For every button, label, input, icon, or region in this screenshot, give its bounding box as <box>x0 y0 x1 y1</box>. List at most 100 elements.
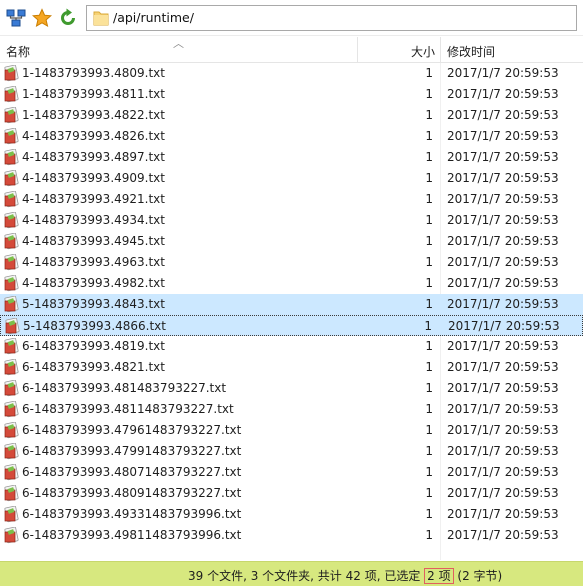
file-row[interactable]: 6-1483793993.48071483793227.txt 1 2017/1/7… <box>0 462 583 483</box>
text-file-icon <box>3 526 20 544</box>
status-bar: 39 个文件, 3 个文件夹, 共计 42 项, 已选定 2 项 (2 字节) <box>0 561 583 586</box>
file-size: 1 <box>425 423 433 437</box>
toolbar: /api/runtime/ <box>0 0 583 36</box>
file-modified-time: 2017/1/7 20:59:53 <box>447 507 559 521</box>
refresh-icon[interactable] <box>58 8 78 28</box>
file-row[interactable]: 1-1483793993.4822.txt 1 2017/1/7 20:59:53 <box>0 105 583 126</box>
file-size: 1 <box>425 507 433 521</box>
file-modified-time: 2017/1/7 20:59:53 <box>447 423 559 437</box>
file-modified-time: 2017/1/7 20:59:53 <box>447 339 559 353</box>
column-divider[interactable] <box>357 37 358 62</box>
text-file-icon <box>3 484 20 502</box>
text-file-icon <box>3 400 20 418</box>
file-row[interactable]: 6-1483793993.47961483793227.txt 1 2017/1/7… <box>0 420 583 441</box>
file-name: 4-1483793993.4826.txt <box>22 129 165 143</box>
sort-ascending-icon: ︿ <box>173 37 184 50</box>
status-suffix: (2 字节) <box>453 569 503 583</box>
file-modified-time: 2017/1/7 20:59:53 <box>447 87 559 101</box>
file-row[interactable]: 1-1483793993.4811.txt 1 2017/1/7 20:59:53 <box>0 84 583 105</box>
file-row[interactable]: 4-1483793993.4826.txt 1 2017/1/7 20:59:53 <box>0 126 583 147</box>
file-name: 6-1483793993.48091483793227.txt <box>22 486 242 500</box>
text-file-icon <box>3 253 20 271</box>
file-name: 5-1483793993.4866.txt <box>23 319 166 333</box>
status-text: 39 个文件, 3 个文件夹, 共计 42 项, 已选定 2 项 (2 字节) <box>188 567 502 584</box>
file-name: 4-1483793993.4934.txt <box>22 213 165 227</box>
file-row[interactable]: 4-1483793993.4921.txt 1 2017/1/7 20:59:53 <box>0 189 583 210</box>
file-row[interactable]: 6-1483793993.481483793227.txt 1 2017/1/7 2… <box>0 378 583 399</box>
text-file-icon <box>3 421 20 439</box>
file-size: 1 <box>425 297 433 311</box>
text-file-icon <box>3 169 20 187</box>
text-file-icon <box>3 505 20 523</box>
file-row[interactable]: 6-1483793993.47991483793227.txt 1 2017/1/7… <box>0 441 583 462</box>
text-file-icon <box>3 211 20 229</box>
text-file-icon <box>4 317 21 335</box>
file-size: 1 <box>425 276 433 290</box>
file-size: 1 <box>425 66 433 80</box>
file-size: 1 <box>425 234 433 248</box>
file-size: 1 <box>425 108 433 122</box>
path-text: /api/runtime/ <box>113 10 194 25</box>
file-row[interactable]: 6-1483793993.49331483793996.txt 1 2017/1/7… <box>0 504 583 525</box>
file-row[interactable]: 6-1483793993.4821.txt 1 2017/1/7 20:59:53 <box>0 357 583 378</box>
file-row[interactable]: 6-1483793993.4819.txt 1 2017/1/7 20:59:53 <box>0 336 583 357</box>
file-size: 1 <box>425 255 433 269</box>
file-size: 1 <box>425 528 433 542</box>
file-row[interactable]: 6-1483793993.48091483793227.txt 1 2017/1/7… <box>0 483 583 504</box>
file-modified-time: 2017/1/7 20:59:53 <box>447 108 559 122</box>
file-size: 1 <box>424 319 432 333</box>
text-file-icon <box>3 274 20 292</box>
file-modified-time: 2017/1/7 20:59:53 <box>447 297 559 311</box>
file-list: 1-1483793993.4809.txt 1 2017/1/7 20:59:53 1… <box>0 63 583 546</box>
file-modified-time: 2017/1/7 20:59:53 <box>447 381 559 395</box>
file-modified-time: 2017/1/7 20:59:53 <box>448 319 560 333</box>
file-size: 1 <box>425 150 433 164</box>
text-file-icon <box>3 442 20 460</box>
file-row[interactable]: 4-1483793993.4897.txt 1 2017/1/7 20:59:53 <box>0 147 583 168</box>
file-modified-time: 2017/1/7 20:59:53 <box>447 171 559 185</box>
file-name: 5-1483793993.4843.txt <box>22 297 165 311</box>
file-size: 1 <box>425 360 433 374</box>
column-divider[interactable] <box>440 37 441 62</box>
file-row[interactable]: 4-1483793993.4945.txt 1 2017/1/7 20:59:53 <box>0 231 583 252</box>
file-row[interactable]: 4-1483793993.4909.txt 1 2017/1/7 20:59:53 <box>0 168 583 189</box>
file-name: 6-1483793993.4819.txt <box>22 339 165 353</box>
column-header: ︿ 名称 大小 修改时间 <box>0 37 583 63</box>
file-modified-time: 2017/1/7 20:59:53 <box>447 465 559 479</box>
file-modified-time: 2017/1/7 20:59:53 <box>447 444 559 458</box>
file-modified-time: 2017/1/7 20:59:53 <box>447 150 559 164</box>
text-file-icon <box>3 358 20 376</box>
file-size: 1 <box>425 213 433 227</box>
file-modified-time: 2017/1/7 20:59:53 <box>447 360 559 374</box>
file-name: 4-1483793993.4945.txt <box>22 234 165 248</box>
file-row[interactable]: 4-1483793993.4963.txt 1 2017/1/7 20:59:53 <box>0 252 583 273</box>
file-row[interactable]: 6-1483793993.49811483793996.txt 1 2017/1/7… <box>0 525 583 546</box>
file-name: 6-1483793993.49331483793996.txt <box>22 507 242 521</box>
file-name: 6-1483793993.47961483793227.txt <box>22 423 242 437</box>
network-icon[interactable] <box>6 8 26 28</box>
file-name: 6-1483793993.49811483793996.txt <box>22 528 242 542</box>
file-name: 6-1483793993.481483793227.txt <box>22 381 227 395</box>
file-row[interactable]: 1-1483793993.4809.txt 1 2017/1/7 20:59:53 <box>0 63 583 84</box>
column-size-header[interactable]: 大小 <box>411 43 435 60</box>
file-modified-time: 2017/1/7 20:59:53 <box>447 66 559 80</box>
file-row[interactable]: 4-1483793993.4982.txt 1 2017/1/7 20:59:53 <box>0 273 583 294</box>
column-name-header[interactable]: 名称 <box>6 43 30 60</box>
text-file-icon <box>3 295 20 313</box>
file-modified-time: 2017/1/7 20:59:53 <box>447 486 559 500</box>
file-name: 1-1483793993.4811.txt <box>22 87 165 101</box>
file-row[interactable]: 5-1483793993.4843.txt 1 2017/1/7 20:59:53 <box>0 294 583 315</box>
column-time-header[interactable]: 修改时间 <box>447 43 495 60</box>
file-row[interactable]: 6-1483793993.4811483793227.txt 1 2017/1/7 … <box>0 399 583 420</box>
star-icon[interactable] <box>32 8 52 28</box>
file-modified-time: 2017/1/7 20:59:53 <box>447 402 559 416</box>
status-prefix: 39 个文件, 3 个文件夹, 共计 42 项, 已选定 <box>188 569 425 583</box>
file-name: 6-1483793993.4811483793227.txt <box>22 402 234 416</box>
file-row[interactable]: 4-1483793993.4934.txt 1 2017/1/7 20:59:53 <box>0 210 583 231</box>
text-file-icon <box>3 337 20 355</box>
file-size: 1 <box>425 192 433 206</box>
file-name: 6-1483793993.4821.txt <box>22 360 165 374</box>
file-name: 4-1483793993.4921.txt <box>22 192 165 206</box>
path-input[interactable]: /api/runtime/ <box>86 5 577 31</box>
file-row[interactable]: 5-1483793993.4866.txt 1 2017/1/7 20:59:53 <box>0 315 583 336</box>
